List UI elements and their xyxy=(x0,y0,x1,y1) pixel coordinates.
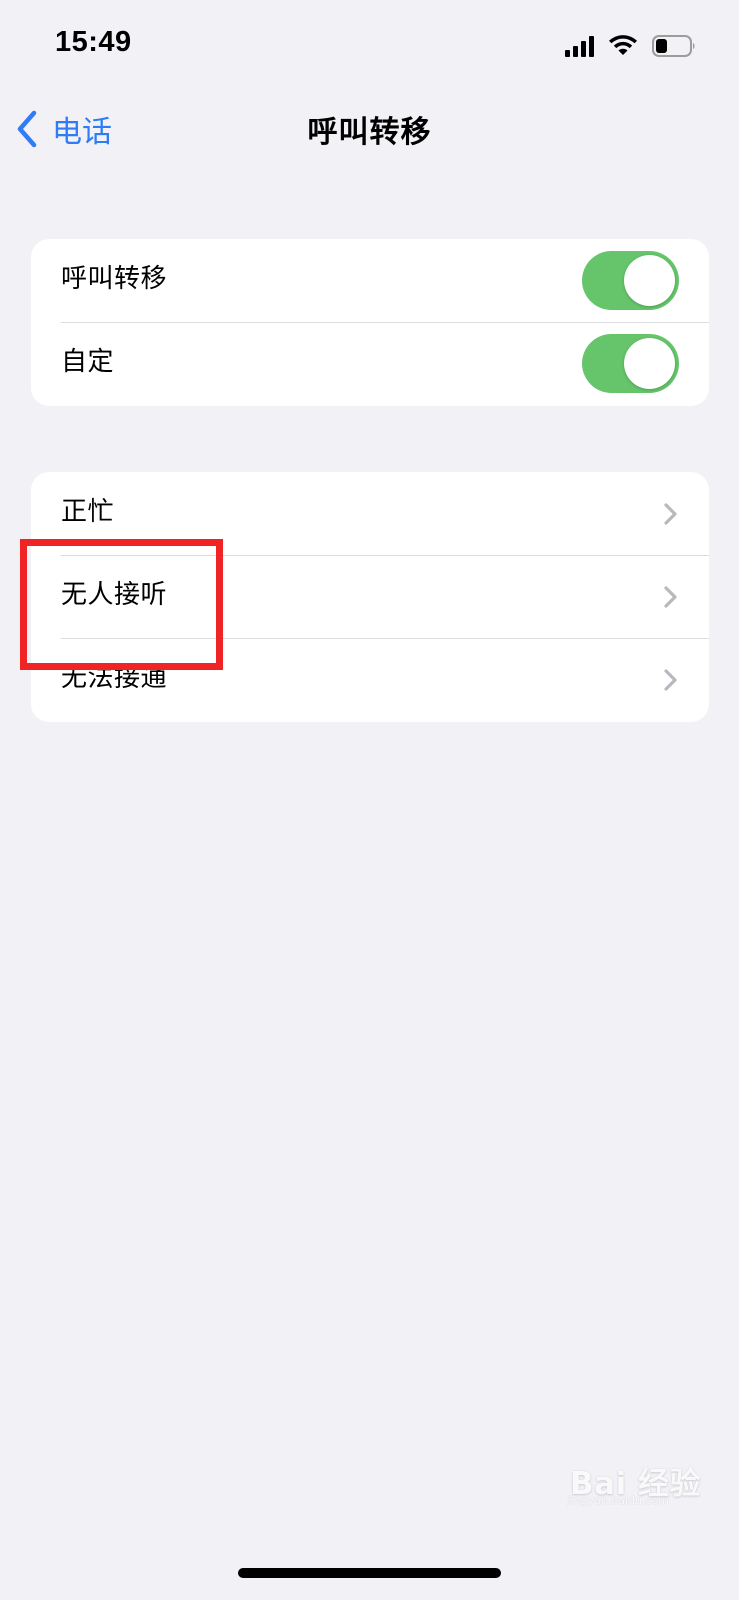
call-forwarding-group: 呼叫转移 自定 xyxy=(31,239,709,406)
toggle-knob xyxy=(624,338,675,389)
navigation-bar: 电话 呼叫转移 xyxy=(0,92,739,166)
call-forwarding-toggle[interactable] xyxy=(582,251,679,310)
wifi-icon xyxy=(608,35,638,57)
busy-label: 正忙 xyxy=(61,497,115,527)
unreachable-row[interactable]: 无法接通 xyxy=(31,638,709,721)
watermark-url: jingyan.baidu.com xyxy=(567,1494,669,1507)
chevron-right-icon xyxy=(663,668,678,692)
home-indicator[interactable] xyxy=(238,1568,501,1578)
signal-icon xyxy=(565,35,594,57)
unreachable-label: 无法接通 xyxy=(61,663,168,693)
busy-row[interactable]: 正忙 xyxy=(31,472,709,555)
status-icons xyxy=(565,34,697,58)
status-time: 15:49 xyxy=(55,26,132,58)
page-title: 呼叫转移 xyxy=(307,115,432,150)
battery-icon xyxy=(652,34,697,58)
custom-toggle[interactable] xyxy=(582,334,679,393)
custom-row: 自定 xyxy=(31,322,709,405)
chevron-right-icon xyxy=(663,585,678,609)
call-forwarding-label: 呼叫转移 xyxy=(61,264,168,294)
no-answer-row[interactable]: 无人接听 xyxy=(31,555,709,638)
forwarding-conditions-group: 正忙 无人接听 无法接通 xyxy=(31,472,709,722)
chevron-right-icon xyxy=(663,502,678,526)
no-answer-label: 无人接听 xyxy=(61,580,168,610)
custom-label: 自定 xyxy=(61,347,115,377)
toggle-knob xyxy=(624,255,675,306)
status-bar: 15:49 xyxy=(0,0,739,92)
call-forwarding-row: 呼叫转移 xyxy=(31,239,709,322)
